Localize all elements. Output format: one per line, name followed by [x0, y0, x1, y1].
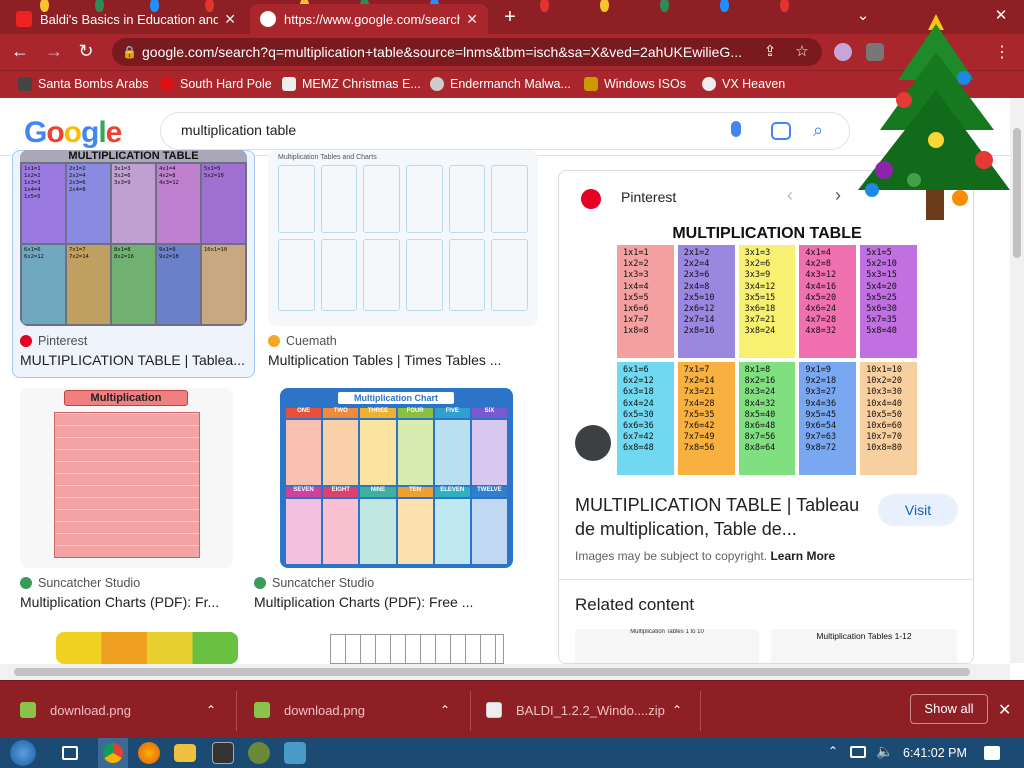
result-title[interactable]: Multiplication Tables | Times Tables ... — [268, 352, 503, 368]
result-source[interactable]: Suncatcher Studio — [254, 576, 374, 590]
firefox-taskbar-icon[interactable] — [138, 742, 160, 764]
result-title[interactable]: Multiplication Charts (PDF): Free ... — [254, 594, 494, 610]
related-thumbnail[interactable]: Multiplication Tables 1 to 10 — [575, 629, 759, 663]
tab-google-search[interactable]: https://www.google.com/search? ✕ — [250, 4, 488, 34]
bookmark-icon — [282, 77, 296, 91]
address-bar[interactable]: 🔒 google.com/search?q=multiplication+tab… — [112, 38, 822, 66]
file-image-icon — [20, 702, 36, 718]
close-icon[interactable]: ✕ — [998, 700, 1011, 720]
result-thumbnail[interactable]: MULTIPLICATION TABLE 1x1=1 1x2=2 1x3=3 1x4=… — [20, 150, 247, 326]
back-arrow-icon[interactable]: ← — [8, 41, 32, 62]
bookmark-icon — [18, 77, 32, 91]
app-taskbar-icon[interactable] — [284, 742, 306, 764]
volume-icon[interactable]: 🔈 — [876, 743, 893, 760]
file-image-icon — [254, 702, 270, 718]
bookmark-item[interactable]: Endermanch Malwa... — [430, 77, 571, 91]
tab-title: https://www.google.com/search? — [284, 11, 461, 27]
visit-button[interactable]: Visit — [878, 494, 958, 526]
tab-baldi[interactable]: Baldi's Basics in Education and Le ✕ — [6, 4, 246, 34]
bookmark-icon — [584, 77, 598, 91]
copyright-note: Images may be subject to copyright. Lear… — [575, 549, 836, 563]
chevron-up-icon[interactable]: ⌃ — [440, 703, 450, 717]
star-icon[interactable]: ☆ — [790, 42, 814, 60]
horizontal-scrollbar[interactable] — [0, 664, 1010, 680]
bookmark-icon — [702, 77, 716, 91]
task-view-icon[interactable] — [62, 746, 78, 760]
file-zip-icon — [486, 702, 502, 718]
chevron-up-icon[interactable]: ⌃ — [206, 703, 216, 717]
preview-panel: Pinterest ‹ › MULTIPLICATION TABLE 1x1=1… — [558, 170, 974, 664]
bookmark-item[interactable]: Windows ISOs — [584, 77, 686, 91]
result-thumbnail[interactable] — [56, 632, 238, 664]
tab-title: Baldi's Basics in Education and Le — [40, 11, 219, 27]
preview-image[interactable]: MULTIPLICATION TABLE 1x1=1 1x2=2 1x3=3 1x4=… — [617, 223, 917, 475]
scroll-thumb[interactable] — [14, 668, 970, 676]
clock[interactable]: 6:41:02 PM — [903, 746, 967, 760]
google-logo[interactable]: Google — [24, 116, 122, 150]
search-input[interactable] — [181, 122, 701, 138]
forward-arrow-icon[interactable]: → — [42, 41, 66, 62]
result-source[interactable]: Suncatcher Studio — [20, 576, 140, 590]
suncatcher-icon — [20, 577, 32, 589]
youtube-favicon-icon — [16, 11, 32, 27]
pinterest-icon — [581, 189, 601, 209]
result-thumbnail[interactable]: Multiplication Chart ONE TWO THREE FOUR FIVE… — [280, 388, 513, 568]
search-box: ⌕ — [160, 112, 850, 150]
suncatcher-icon — [254, 577, 266, 589]
reload-icon[interactable]: ↻ — [74, 41, 98, 62]
result-source[interactable]: Cuemath — [268, 334, 337, 348]
result-thumbnail[interactable]: Multiplication Tables and Charts — [268, 150, 538, 326]
windows-taskbar: ⌃ 🔈 6:41:02 PM — [0, 738, 1024, 768]
result-title[interactable]: MULTIPLICATION TABLE | Tablea... — [20, 352, 255, 368]
share-icon[interactable]: ⇪ — [758, 42, 782, 60]
bookmark-icon — [430, 77, 444, 91]
globe-favicon-icon — [260, 11, 276, 27]
lens-icon[interactable] — [771, 122, 791, 140]
result-thumbnail[interactable] — [330, 634, 504, 664]
file-explorer-icon[interactable] — [174, 744, 196, 762]
download-item[interactable]: BALDI_1.2.2_Windo....zip ⌃ — [486, 681, 696, 739]
7zip-taskbar-icon[interactable] — [212, 742, 234, 764]
panel-title[interactable]: MULTIPLICATION TABLE | Tableau de multip… — [575, 493, 859, 541]
lens-search-icon[interactable] — [575, 425, 611, 461]
result-thumbnail[interactable]: Multiplication — [20, 388, 233, 568]
downloads-bar: download.png ⌃ download.png ⌃ BALDI_1.2.… — [0, 680, 1024, 738]
cuemath-icon — [268, 335, 280, 347]
show-all-button[interactable]: Show all — [910, 694, 988, 724]
chevron-left-icon[interactable]: ‹ — [787, 185, 793, 206]
related-thumbnail[interactable]: Multiplication Tables 1-12 — [771, 629, 957, 663]
address-url: google.com/search?q=multiplication+table… — [142, 44, 742, 60]
related-heading: Related content — [575, 595, 695, 614]
bookmark-item[interactable]: South Hard Pole — [160, 77, 272, 91]
learn-more-link[interactable]: Learn More — [770, 549, 835, 563]
mic-icon[interactable] — [731, 121, 741, 137]
result-source[interactable]: Pinterest — [20, 334, 87, 348]
chevron-right-icon[interactable]: › — [835, 185, 841, 206]
network-icon[interactable] — [850, 746, 866, 758]
search-icon[interactable]: ⌕ — [813, 120, 823, 141]
bookmark-icon — [160, 77, 174, 91]
result-title[interactable]: Multiplication Charts (PDF): Fr... — [20, 594, 230, 610]
download-item[interactable]: download.png ⌃ — [20, 681, 230, 739]
chrome-taskbar-icon[interactable] — [98, 738, 128, 768]
lock-icon: 🔒 — [122, 45, 137, 59]
close-icon[interactable]: ✕ — [466, 11, 478, 28]
notifications-icon[interactable] — [984, 746, 1000, 760]
download-item[interactable]: download.png ⌃ — [254, 681, 464, 739]
close-icon[interactable]: ✕ — [224, 11, 236, 28]
chevron-up-icon[interactable]: ⌃ — [672, 703, 682, 717]
tray-chevron-up-icon[interactable]: ⌃ — [828, 744, 838, 758]
start-button[interactable] — [10, 740, 36, 766]
bookmark-item[interactable]: MEMZ Christmas E... — [282, 77, 421, 91]
bookmark-item[interactable]: Santa Bombs Arabs — [18, 77, 148, 91]
baldi-taskbar-icon[interactable] — [248, 742, 270, 764]
scroll-thumb[interactable] — [1013, 128, 1021, 258]
panel-source[interactable]: Pinterest — [621, 189, 676, 205]
pinterest-icon — [20, 335, 32, 347]
new-tab-button[interactable]: + — [498, 6, 522, 30]
christmas-tree-overlay — [858, 14, 1010, 220]
bookmark-item[interactable]: VX Heaven — [702, 77, 785, 91]
